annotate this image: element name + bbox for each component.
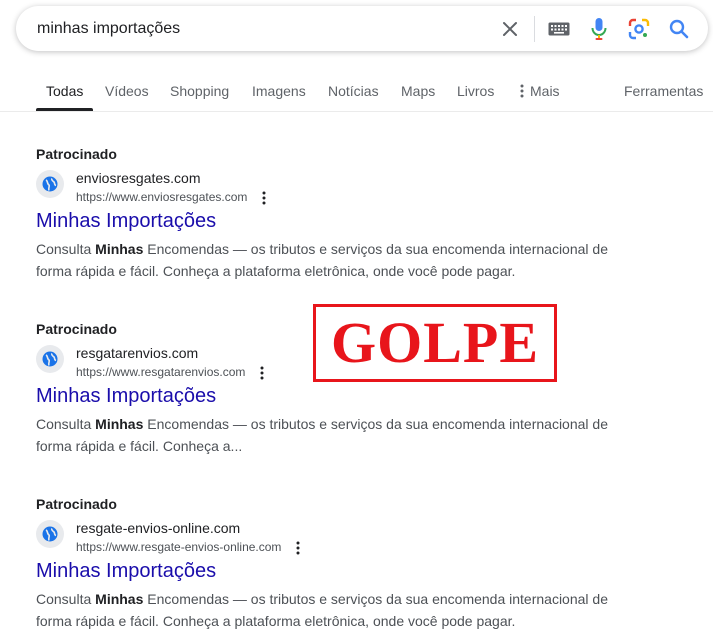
search-input[interactable] <box>37 6 457 51</box>
search-icon[interactable] <box>667 17 691 41</box>
globe-icon <box>36 170 64 198</box>
globe-icon <box>36 345 64 373</box>
ad-result: Patrocinado resgate-envios-online.com ht… <box>36 496 656 637</box>
ad-description: Consulta Minhas Encomendas — os tributos… <box>36 238 636 282</box>
ad-description: Consulta Minhas Encomendas — os tributos… <box>36 413 636 457</box>
tab-livros[interactable]: Livros <box>457 83 494 99</box>
microphone-icon[interactable] <box>587 17 611 41</box>
more-options-icon[interactable] <box>254 363 270 383</box>
ad-title-link[interactable]: Minhas Importações <box>36 385 216 408</box>
desc-keyword: Minhas <box>95 241 144 257</box>
google-lens-icon[interactable] <box>627 17 651 41</box>
desc-prefix: Consulta <box>36 241 96 257</box>
desc-keyword: Minhas <box>95 591 144 607</box>
search-bar <box>16 6 708 51</box>
stamp-text: GOLPE <box>330 310 540 375</box>
tab-videos[interactable]: Vídeos <box>105 83 149 99</box>
keyboard-icon[interactable] <box>547 17 571 41</box>
tab-todas[interactable]: Todas <box>46 83 83 99</box>
more-options-icon[interactable] <box>256 188 272 208</box>
more-vert-icon <box>520 84 524 98</box>
tab-imagens[interactable]: Imagens <box>252 83 306 99</box>
close-icon[interactable] <box>498 17 522 41</box>
ad-site-name: resgatarenvios.com <box>76 345 199 361</box>
tab-shopping[interactable]: Shopping <box>170 83 229 99</box>
tab-maps[interactable]: Maps <box>401 83 435 99</box>
active-tab-indicator <box>36 108 93 111</box>
tab-mais-label: Mais <box>530 83 560 99</box>
ad-site-name: resgate-envios-online.com <box>76 520 241 536</box>
globe-icon <box>36 520 64 548</box>
ad-site-row[interactable]: resgate-envios-online.com https://www.re… <box>36 520 436 560</box>
ad-site-url: https://www.enviosresgates.com <box>76 190 248 204</box>
desc-prefix: Consulta <box>36 416 96 432</box>
tab-noticias[interactable]: Notícias <box>328 83 379 99</box>
ad-site-url: https://www.resgatarenvios.com <box>76 365 246 379</box>
ad-description: Consulta Minhas Encomendas — os tributos… <box>36 588 636 632</box>
scam-warning-stamp: GOLPE <box>313 304 557 382</box>
ad-site-name: enviosresgates.com <box>76 170 201 186</box>
ad-site-row[interactable]: enviosresgates.com https://www.enviosres… <box>36 170 436 210</box>
search-divider <box>534 16 535 42</box>
sponsored-label: Patrocinado <box>36 146 117 162</box>
ad-result: Patrocinado enviosresgates.com https://w… <box>36 146 656 296</box>
ad-title-link[interactable]: Minhas Importações <box>36 560 216 583</box>
desc-prefix: Consulta <box>36 591 96 607</box>
more-options-icon[interactable] <box>290 538 306 558</box>
desc-keyword: Minhas <box>95 416 144 432</box>
tab-ferramentas[interactable]: Ferramentas <box>624 83 703 99</box>
sponsored-label: Patrocinado <box>36 496 117 512</box>
ad-title-link[interactable]: Minhas Importações <box>36 210 216 233</box>
search-tabs: Todas Vídeos Shopping Imagens Notícias M… <box>0 70 713 112</box>
ad-site-url: https://www.resgate-envios-online.com <box>76 540 282 554</box>
tab-mais[interactable]: Mais <box>520 83 560 99</box>
